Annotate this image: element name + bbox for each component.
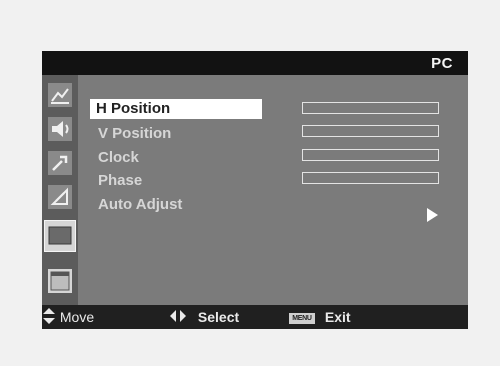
sidebar — [42, 75, 78, 305]
sound-icon[interactable] — [48, 117, 72, 141]
left-right-arrow-icon — [170, 308, 186, 328]
auto-adjust-arrow-icon[interactable] — [427, 208, 438, 222]
osd-menu-screen: PC H Position V Position Clock Phase Aut… — [42, 51, 468, 329]
phase-slider[interactable] — [302, 172, 439, 184]
source-label: PC — [431, 55, 453, 72]
move-hint: Move — [42, 307, 94, 327]
exit-label: Exit — [324, 309, 351, 325]
menu-item-phase[interactable]: Phase — [91, 171, 142, 191]
exit-hint: MENU Exit — [289, 307, 351, 327]
top-bar: PC — [42, 51, 468, 75]
picture-icon[interactable] — [48, 83, 72, 107]
select-label: Select — [197, 309, 240, 325]
input-icon[interactable] — [48, 185, 72, 209]
h-position-slider[interactable] — [302, 102, 439, 114]
pc-screen-icon[interactable] — [44, 220, 76, 252]
up-down-arrow-icon — [42, 307, 56, 329]
menu-item-clock[interactable]: Clock — [91, 148, 139, 168]
setup-icon[interactable] — [48, 151, 72, 175]
menu-key-icon: MENU — [289, 312, 315, 324]
option-icon[interactable] — [48, 269, 72, 293]
menu-item-v-position[interactable]: V Position — [91, 124, 171, 144]
v-position-slider[interactable] — [302, 125, 439, 137]
select-hint: Select — [170, 307, 239, 327]
menu-item-h-position[interactable]: H Position — [90, 99, 262, 119]
bottom-hint-bar: Move Select MENU Exit — [42, 305, 468, 329]
move-label: Move — [59, 309, 95, 325]
menu-item-auto-adjust[interactable]: Auto Adjust — [91, 195, 182, 215]
clock-slider[interactable] — [302, 149, 439, 161]
